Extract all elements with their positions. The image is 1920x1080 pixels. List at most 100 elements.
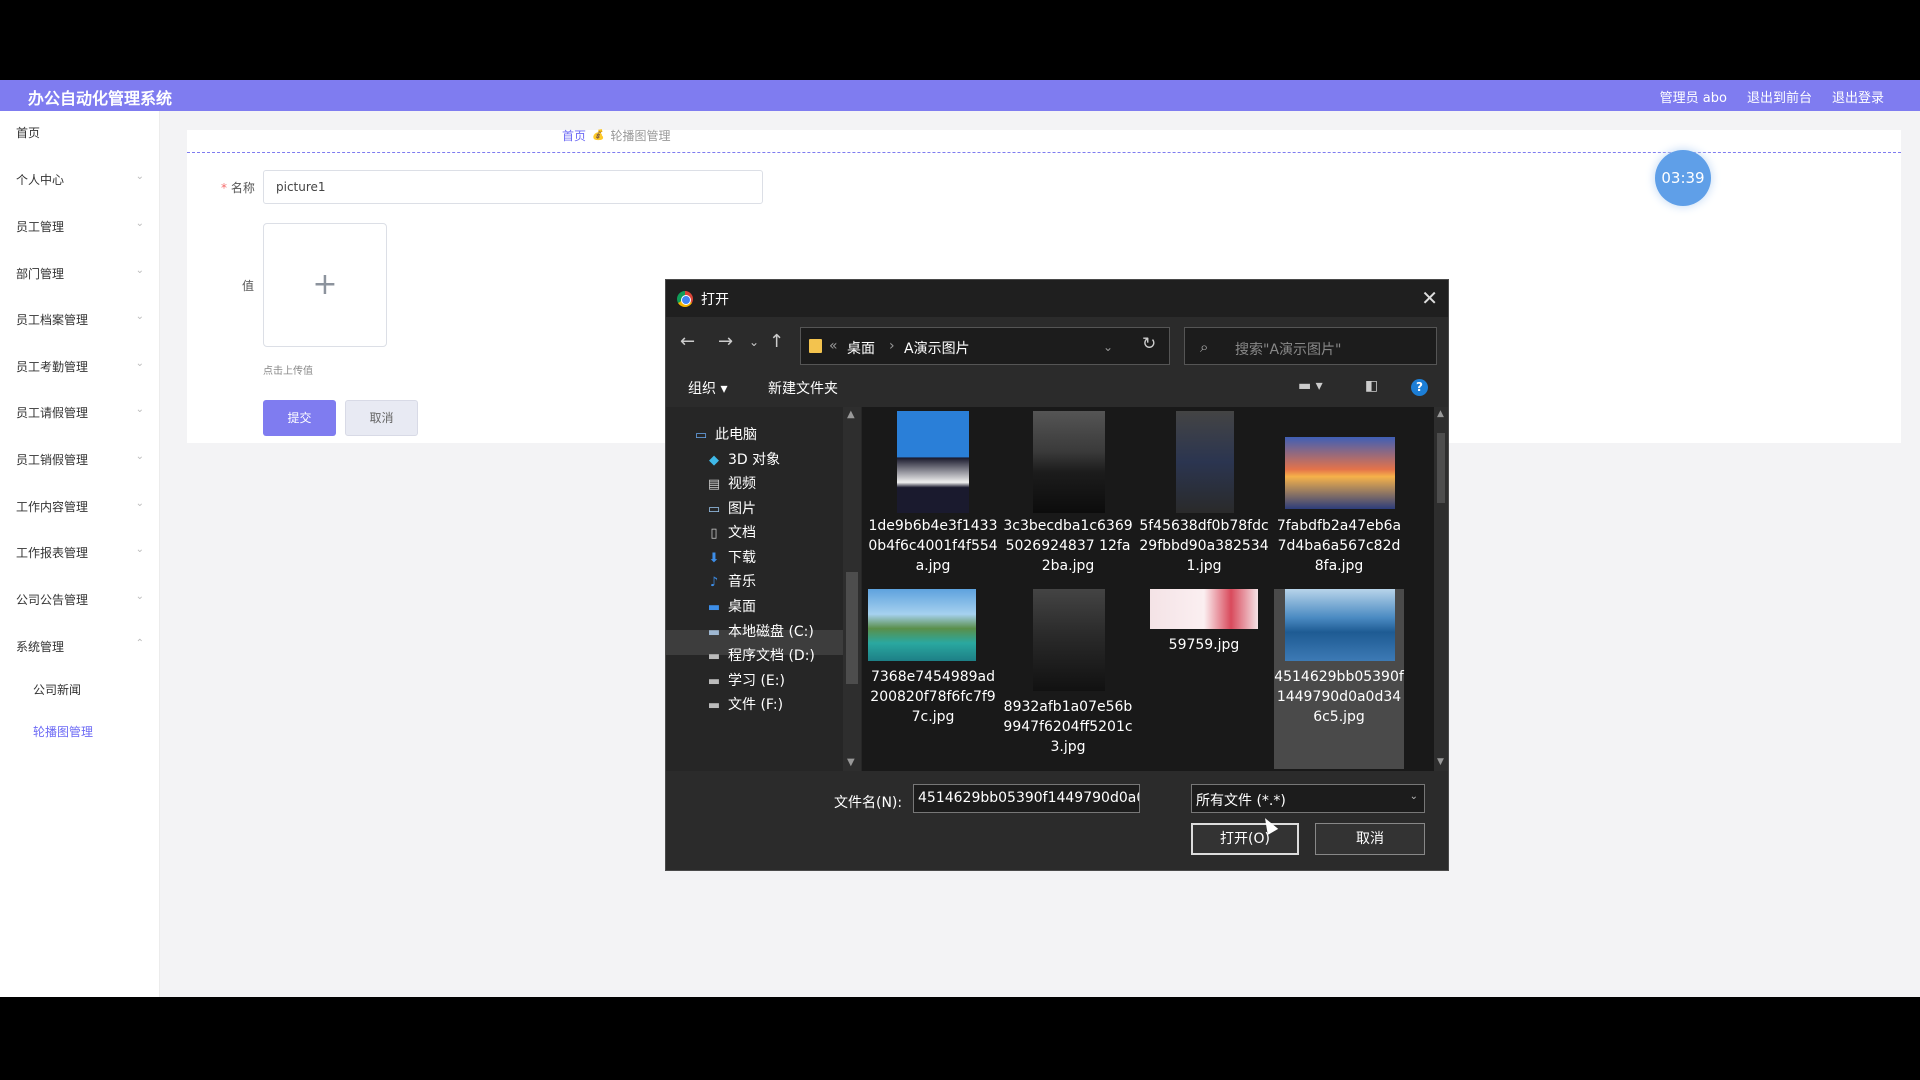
- nav-scroll-thumb[interactable]: [846, 572, 858, 684]
- to-front-link[interactable]: 退出到前台: [1747, 87, 1812, 106]
- upload-box[interactable]: +: [263, 223, 387, 347]
- forward-arrow-icon[interactable]: →: [718, 331, 733, 352]
- drive-icon: ▬: [707, 674, 721, 689]
- open-button[interactable]: 打开(O): [1191, 823, 1299, 855]
- cancel-button[interactable]: 取消: [345, 400, 418, 436]
- file-tile[interactable]: 7368e7454989ad200820f78f6fc7f97c.jpg: [868, 589, 998, 769]
- file-tile[interactable]: 1de9b6b4e3f14330b4f6c4001f4f554a.jpg: [868, 407, 998, 574]
- file-tile[interactable]: 5f45638df0b78fdc29fbbd90a3825341.jpg: [1139, 407, 1269, 574]
- app-header: 办公自动化管理系统 管理员 abo 退出到前台 退出登录: [0, 80, 1920, 111]
- logout-link[interactable]: 退出登录: [1832, 87, 1884, 106]
- scroll-up-icon[interactable]: ▲: [847, 409, 855, 420]
- tree-item-drive-e[interactable]: ▬ 学习 (E:): [706, 670, 785, 690]
- tree-item-desktop[interactable]: ▬ 桌面: [706, 596, 756, 616]
- sidebar-item-archives[interactable]: 员工档案管理 ⌄: [16, 311, 144, 328]
- submit-button[interactable]: 提交: [263, 400, 336, 436]
- sidebar-item-employees[interactable]: 员工管理 ⌄: [16, 218, 144, 235]
- address-overflow[interactable]: «: [829, 338, 838, 354]
- up-arrow-icon[interactable]: ↑: [769, 331, 784, 352]
- file-tile[interactable]: 3c3becdba1c63695026924837 12fa2ba.jpg: [1003, 407, 1133, 574]
- address-seg-folder[interactable]: A演示图片: [904, 338, 970, 358]
- cube-icon: ◆: [709, 453, 719, 468]
- scroll-down-icon[interactable]: ▼: [1437, 757, 1444, 767]
- chevron-down-icon[interactable]: ⌄: [1410, 791, 1418, 802]
- tree-item-documents[interactable]: ▯ 文档: [706, 522, 756, 542]
- sidebar-subitem-carousel[interactable]: 轮播图管理: [33, 723, 93, 740]
- sidebar-item-home[interactable]: 首页: [16, 124, 144, 141]
- tree-item-label: 3D 对象: [728, 452, 781, 468]
- folder-icon: [809, 339, 822, 353]
- address-seg-desktop[interactable]: 桌面: [847, 338, 875, 358]
- app-title: 办公自动化管理系统: [28, 89, 173, 108]
- new-folder-button[interactable]: 新建文件夹: [768, 378, 838, 398]
- header-actions: 管理员 abo 退出到前台 退出登录: [1660, 87, 1884, 106]
- back-arrow-icon[interactable]: ←: [680, 331, 695, 352]
- tree-item-drive-d[interactable]: ▬ 程序文档 (D:): [706, 645, 815, 665]
- sidebar-item-leave[interactable]: 员工请假管理 ⌄: [16, 404, 144, 421]
- file-tile[interactable]: 59759.jpg: [1139, 589, 1269, 769]
- address-bar[interactable]: « 桌面 › A演示图片 ⌄: [800, 327, 1170, 365]
- sidebar-item-leave-cancel[interactable]: 员工销假管理 ⌄: [16, 451, 144, 468]
- tree-item-label: 文件 (F:): [728, 697, 784, 713]
- recent-dropdown-icon[interactable]: ⌄: [749, 335, 759, 349]
- tree-item-drive-f[interactable]: ▬ 文件 (F:): [706, 694, 783, 714]
- tree-item-3d-objects[interactable]: ◆ 3D 对象: [706, 449, 780, 469]
- file-tile-selected[interactable]: 4514629bb05390f1449790d0a0d346c5.jpg: [1274, 589, 1404, 769]
- help-icon[interactable]: ?: [1411, 379, 1428, 396]
- dialog-nav-row: ← → ⌄ ↑ « 桌面 › A演示图片 ⌄ ↻ ⌕ 搜索"A演示图片": [666, 317, 1448, 367]
- required-mark: *: [221, 181, 227, 195]
- sidebar-item-attendance[interactable]: 员工考勤管理 ⌄: [16, 358, 144, 375]
- document-icon: ▯: [710, 526, 718, 541]
- file-tile[interactable]: 7fabdfb2a47eb6a7d4ba6a567c82d8fa.jpg: [1274, 407, 1404, 574]
- view-options-icon[interactable]: ▬ ▾: [1298, 378, 1323, 394]
- name-input[interactable]: picture1: [263, 170, 763, 204]
- file-scroll-thumb[interactable]: [1437, 433, 1445, 503]
- sidebar-item-label: 工作报表管理: [16, 546, 89, 560]
- breadcrumb-home[interactable]: 首页: [562, 127, 586, 144]
- sidebar-item-work-content[interactable]: 工作内容管理 ⌄: [16, 498, 144, 515]
- scroll-up-icon[interactable]: ▲: [1437, 409, 1444, 419]
- chevron-down-icon: ⌄: [135, 544, 144, 555]
- tree-item-label: 视频: [728, 476, 756, 492]
- sidebar-item-work-report[interactable]: 工作报表管理 ⌄: [16, 544, 144, 561]
- chevron-down-icon: ⌄: [135, 311, 144, 322]
- file-name: 3c3becdba1c63695026924837 12fa2ba.jpg: [1003, 518, 1133, 574]
- beach-thumbnail: [868, 589, 976, 661]
- filetype-select[interactable]: 所有文件 (*.*) ⌄: [1191, 784, 1425, 813]
- sidebar-item-system[interactable]: 系统管理 ⌃: [16, 638, 144, 655]
- upload-hint: 点击上传值: [263, 366, 313, 377]
- file-scrollbar[interactable]: ▲ ▼: [1434, 407, 1448, 771]
- tree-item-this-pc[interactable]: ▭ 此电脑: [693, 424, 757, 444]
- filename-input[interactable]: 4514629bb05390f1449790d0a0 ⌄: [913, 784, 1140, 813]
- chevron-down-icon[interactable]: ⌄: [1127, 791, 1135, 802]
- dialog-cancel-button[interactable]: 取消: [1315, 823, 1425, 855]
- file-tile[interactable]: 8932afb1a07e56b9947f6204ff5201c3.jpg: [1003, 589, 1133, 769]
- tree-item-videos[interactable]: ▤ 视频: [706, 473, 756, 493]
- tree-item-drive-c[interactable]: ▬ 本地磁盘 (C:): [706, 621, 814, 641]
- close-icon[interactable]: ✕: [1421, 286, 1438, 310]
- file-name: 5f45638df0b78fdc29fbbd90a3825341.jpg: [1139, 518, 1269, 574]
- sidebar-item-departments[interactable]: 部门管理 ⌄: [16, 265, 144, 282]
- sidebar-subitem-news[interactable]: 公司新闻: [33, 681, 81, 698]
- portrait-thumbnail: [897, 411, 969, 513]
- sidebar-item-announcements[interactable]: 公司公告管理 ⌄: [16, 591, 144, 608]
- chevron-down-icon[interactable]: ⌄: [1103, 340, 1113, 354]
- tree-item-music[interactable]: ♪ 音乐: [706, 571, 756, 591]
- preview-pane-icon[interactable]: ◧: [1365, 378, 1378, 394]
- sidebar-item-profile[interactable]: 个人中心 ⌄: [16, 171, 144, 188]
- music-icon: ♪: [709, 575, 719, 590]
- organize-button[interactable]: 组织 ▾: [688, 378, 727, 398]
- download-icon: ⬇: [708, 551, 720, 566]
- scroll-down-icon[interactable]: ▼: [847, 757, 855, 768]
- file-name: 59759.jpg: [1168, 637, 1240, 653]
- chevron-down-icon: ⌄: [135, 218, 144, 229]
- file-name: 8932afb1a07e56b9947f6204ff5201c3.jpg: [1003, 699, 1133, 755]
- tree-item-pictures[interactable]: ▭ 图片: [706, 498, 756, 518]
- nav-scrollbar[interactable]: ▲ ▼: [843, 407, 861, 771]
- value-label: 值: [242, 279, 255, 293]
- video-icon: ▤: [707, 477, 721, 492]
- search-box[interactable]: ⌕ 搜索"A演示图片": [1184, 327, 1437, 365]
- tree-item-label: 文档: [728, 525, 756, 541]
- tree-item-downloads[interactable]: ⬇ 下载: [706, 547, 756, 567]
- refresh-icon[interactable]: ↻: [1142, 334, 1156, 354]
